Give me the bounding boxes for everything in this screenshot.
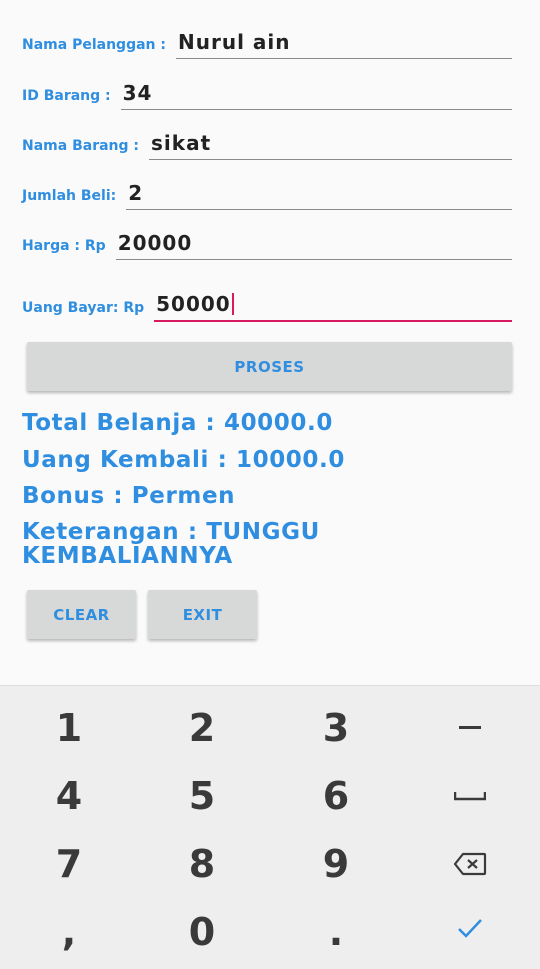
key-period[interactable]: . [286, 902, 386, 962]
done-check-icon [458, 919, 482, 938]
exit-button[interactable]: EXIT [148, 590, 257, 639]
key-9[interactable]: 9 [286, 834, 386, 894]
nama-pelanggan-row: Nama Pelanggan : Nurul ain [22, 30, 512, 59]
id-barang-row: ID Barang : 34 [22, 81, 512, 110]
keterangan-line-1: Keterangan : TUNGGU [22, 519, 320, 545]
id-barang-label: ID Barang : [22, 88, 111, 104]
harga-input[interactable]: 20000 [115, 231, 512, 260]
uang-bayar-input[interactable]: 50000 [154, 292, 512, 322]
key-8[interactable]: 8 [152, 834, 252, 894]
nama-pelanggan-input[interactable]: Nurul ain [175, 30, 512, 59]
text-cursor [231, 293, 234, 315]
key-2[interactable]: 2 [152, 698, 252, 758]
harga-row: Harga : Rp 20000 [22, 231, 512, 260]
key-comma[interactable]: , [19, 902, 119, 962]
backspace-icon [453, 852, 487, 876]
minus-icon [459, 726, 481, 729]
id-barang-input[interactable]: 34 [120, 81, 512, 110]
uang-bayar-value: 50000 [156, 292, 231, 316]
key-6[interactable]: 6 [286, 766, 386, 826]
key-4[interactable]: 4 [19, 766, 119, 826]
proses-button[interactable]: PROSES [27, 342, 512, 391]
nama-barang-input[interactable]: sikat [149, 131, 512, 160]
key-1[interactable]: 1 [19, 698, 119, 758]
jumlah-beli-label: Jumlah Beli: [22, 188, 117, 204]
jumlah-beli-input[interactable]: 2 [126, 181, 512, 210]
nama-barang-row: Nama Barang : sikat [22, 131, 512, 160]
nama-pelanggan-label: Nama Pelanggan : [22, 37, 166, 53]
numeric-keyboard: 1 2 3 4 5 6 7 8 9 , 0 . [0, 685, 540, 969]
clear-button[interactable]: CLEAR [27, 590, 136, 639]
form-panel: Nama Pelanggan : Nurul ain ID Barang : 3… [0, 0, 540, 685]
uang-kembali-text: Uang Kembali : 10000.0 [22, 447, 345, 473]
minus-key[interactable] [420, 698, 520, 758]
space-icon [454, 792, 486, 801]
keterangan-line-2: KEMBALIANNYA [22, 543, 233, 569]
key-3[interactable]: 3 [286, 698, 386, 758]
key-0[interactable]: 0 [152, 902, 252, 962]
key-5[interactable]: 5 [152, 766, 252, 826]
bonus-text: Bonus : Permen [22, 483, 236, 509]
done-key[interactable] [420, 898, 520, 958]
harga-label: Harga : Rp [22, 238, 106, 254]
key-7[interactable]: 7 [19, 834, 119, 894]
jumlah-beli-row: Jumlah Beli: 2 [22, 181, 512, 210]
backspace-key[interactable] [420, 834, 520, 894]
total-belanja-text: Total Belanja : 40000.0 [22, 410, 333, 436]
keterangan-text: Keterangan : TUNGGU KEMBALIANNYA [22, 520, 320, 568]
space-key[interactable] [420, 766, 520, 826]
uang-bayar-row: Uang Bayar: Rp 50000 [22, 292, 512, 322]
nama-barang-label: Nama Barang : [22, 138, 140, 154]
uang-bayar-label: Uang Bayar: Rp [22, 300, 145, 316]
